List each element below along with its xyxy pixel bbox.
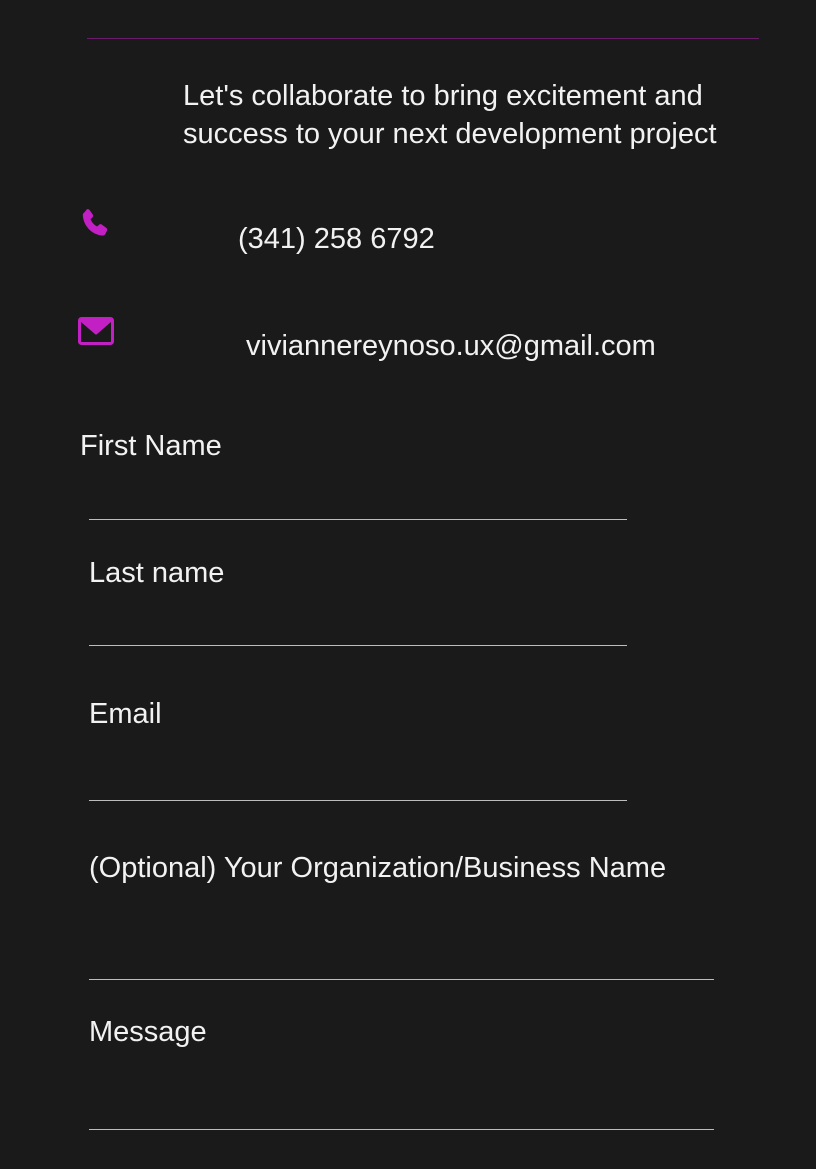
phone-icon <box>82 209 108 236</box>
organization-label: (Optional) Your Organization/Business Na… <box>89 852 667 884</box>
message-field[interactable] <box>89 1090 714 1130</box>
first-name-label: First Name <box>80 430 222 462</box>
last-name-label: Last name <box>89 557 225 589</box>
first-name-field[interactable] <box>89 480 627 520</box>
email-address[interactable]: viviannereynoso.ux@gmail.com <box>246 328 656 364</box>
phone-number[interactable]: (341) 258 6792 <box>238 221 435 257</box>
contact-tagline: Let's collaborate to bring excitement an… <box>183 80 717 150</box>
message-label: Message <box>89 1016 207 1048</box>
email-label: Email <box>89 698 162 730</box>
last-name-field[interactable] <box>89 606 627 646</box>
email-field[interactable] <box>89 761 627 801</box>
organization-field[interactable] <box>89 940 714 980</box>
mail-icon <box>78 317 114 345</box>
top-divider <box>87 38 759 39</box>
